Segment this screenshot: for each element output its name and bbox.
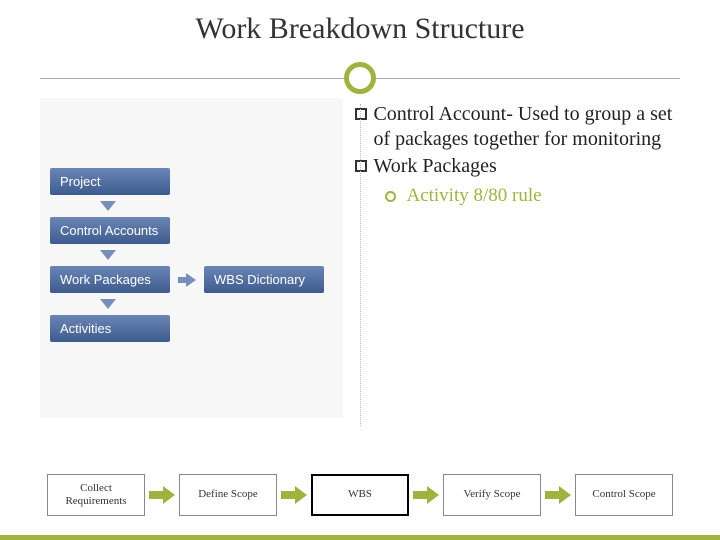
process-flow: Collect Requirements Define Scope WBS Ve… [0, 474, 720, 516]
sub-bullet-activity-rule: Activity 8/80 rule [385, 185, 680, 207]
bullet-text: Work Packages [373, 154, 496, 179]
arrow-right-icon [149, 486, 175, 504]
bullet-lead: Control Account- [373, 103, 517, 125]
diagram-box-wbs-dictionary: WBS Dictionary [204, 266, 324, 293]
arrow-right-icon [413, 486, 439, 504]
sub-bullet-text: Activity 8/80 rule [406, 185, 541, 207]
slide: Work Breakdown Structure Project Control… [0, 0, 720, 540]
flow-step-collect: Collect Requirements [47, 474, 145, 516]
title-divider [40, 58, 680, 98]
flow-step-wbs: WBS [311, 474, 409, 516]
circle-bullet-icon [385, 191, 396, 202]
bottom-accent-bar [0, 535, 720, 540]
wbs-diagram: Project Control Accounts Work Packages W… [50, 168, 333, 342]
diagram-box-project: Project [50, 168, 170, 195]
square-bullet-icon [355, 160, 367, 172]
arrow-right-icon [281, 486, 307, 504]
square-bullet-icon [355, 108, 367, 120]
arrow-right-icon [545, 486, 571, 504]
diagram-panel: Project Control Accounts Work Packages W… [40, 98, 343, 418]
flow-step-control: Control Scope [575, 474, 673, 516]
bullet-control-account: Control Account- Used to group a set of … [355, 102, 680, 152]
arrow-down-icon [100, 299, 116, 309]
vertical-divider [360, 104, 361, 426]
arrow-down-icon [100, 250, 116, 260]
diagram-box-work-packages: Work Packages [50, 266, 170, 293]
bullet-work-packages: Work Packages [355, 154, 680, 179]
arrow-down-icon [100, 201, 116, 211]
diagram-box-activities: Activities [50, 315, 170, 342]
diagram-box-control-accounts: Control Accounts [50, 217, 170, 244]
page-title: Work Breakdown Structure [40, 12, 680, 46]
bullets-panel: Control Account- Used to group a set of … [351, 98, 680, 418]
flow-step-verify: Verify Scope [443, 474, 541, 516]
accent-circle-icon [344, 62, 376, 94]
flow-step-define: Define Scope [179, 474, 277, 516]
bullet-text: Control Account- Used to group a set of … [373, 102, 680, 152]
diagram-row-packages: Work Packages WBS Dictionary [50, 266, 333, 293]
arrow-right-icon [178, 275, 196, 285]
